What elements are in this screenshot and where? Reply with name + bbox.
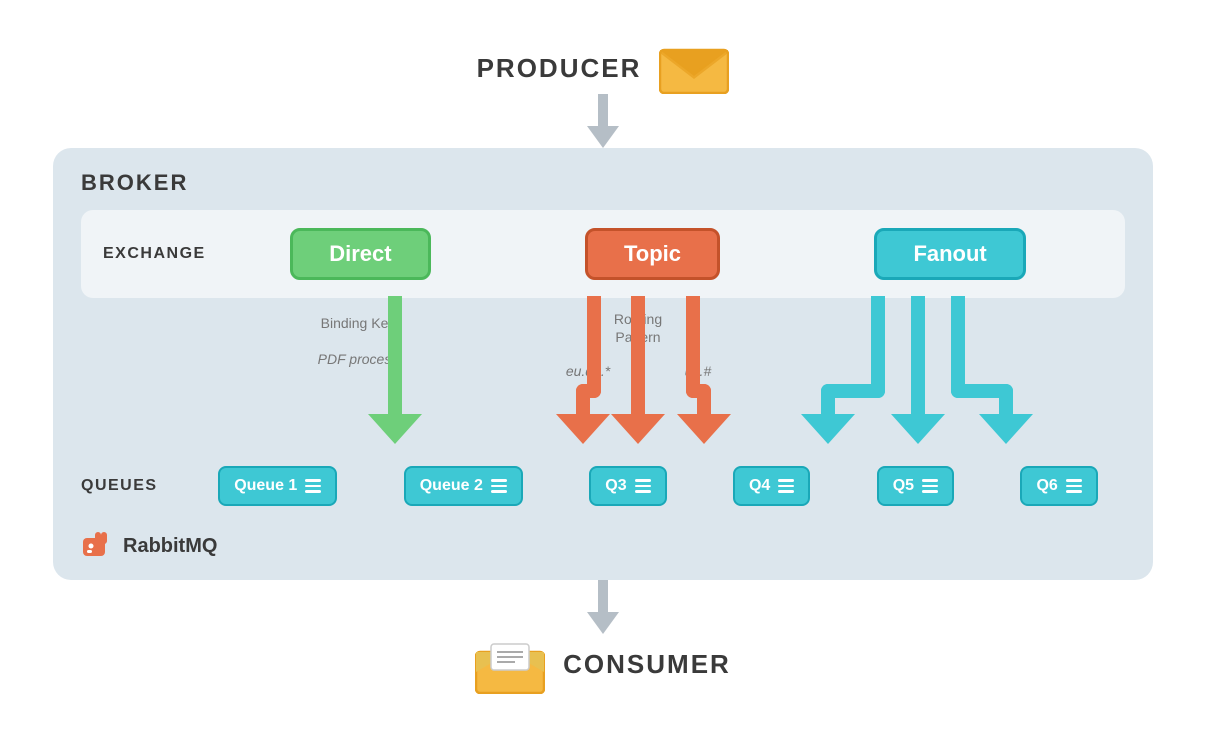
- consumer-section: CONSUMER: [475, 634, 731, 694]
- producer-label: PRODUCER: [477, 53, 642, 84]
- arrow-broker-to-consumer: [587, 580, 619, 634]
- rabbitmq-logo-icon: [81, 530, 113, 562]
- fanout-exchange-button[interactable]: Fanout: [874, 228, 1025, 280]
- queue-5-lines-icon: [922, 479, 938, 493]
- queue-3-lines-icon: [635, 479, 651, 493]
- queue-1-label: Queue 1: [234, 477, 297, 495]
- queue-6-lines-icon: [1066, 479, 1082, 493]
- queue-1-button[interactable]: Queue 1: [218, 466, 337, 506]
- queues-list: Queue 1 Queue 2 Q3 Q4 Q5: [191, 466, 1125, 506]
- queue-1-lines-icon: [305, 479, 321, 493]
- queue-3-label: Q3: [605, 477, 626, 495]
- queue-2-lines-icon: [491, 479, 507, 493]
- queue-3-button[interactable]: Q3: [589, 466, 666, 506]
- consumer-envelope-icon: [475, 634, 545, 694]
- consumer-label: CONSUMER: [563, 649, 731, 680]
- direct-exchange-button[interactable]: Direct: [290, 228, 430, 280]
- exchange-section-label: EXCHANGE: [103, 245, 213, 263]
- queue-2-label: Queue 2: [420, 477, 483, 495]
- svg-text:Binding Key: Binding Key: [321, 315, 396, 331]
- exchange-buttons: Direct Topic Fanout: [213, 228, 1103, 280]
- queue-6-button[interactable]: Q6: [1020, 466, 1097, 506]
- topic-exchange-button[interactable]: Topic: [585, 228, 720, 280]
- queues-row: QUEUES Queue 1 Queue 2 Q3 Q4: [81, 466, 1125, 516]
- queue-6-label: Q6: [1036, 477, 1057, 495]
- producer-envelope-icon: [659, 42, 729, 94]
- arrow-producer-to-broker: [587, 94, 619, 148]
- queues-section-label: QUEUES: [81, 477, 191, 495]
- queue-4-label: Q4: [749, 477, 770, 495]
- broker-box: BROKER EXCHANGE Direct Topic Fanout Bind…: [53, 148, 1153, 580]
- queue-5-label: Q5: [893, 477, 914, 495]
- queue-2-button[interactable]: Queue 2: [404, 466, 523, 506]
- queue-5-button[interactable]: Q5: [877, 466, 954, 506]
- svg-text:PDF process: PDF process: [318, 351, 399, 367]
- bindings-arrows-svg: Binding Key PDF process Routing Pattern …: [81, 296, 1125, 466]
- broker-label: BROKER: [81, 170, 1125, 196]
- rabbitmq-label: RabbitMQ: [123, 535, 217, 558]
- queue-4-lines-icon: [778, 479, 794, 493]
- rabbitmq-footer: RabbitMQ: [81, 530, 1125, 562]
- queue-4-button[interactable]: Q4: [733, 466, 810, 506]
- producer-section: PRODUCER: [477, 42, 730, 94]
- exchange-row: EXCHANGE Direct Topic Fanout: [81, 210, 1125, 298]
